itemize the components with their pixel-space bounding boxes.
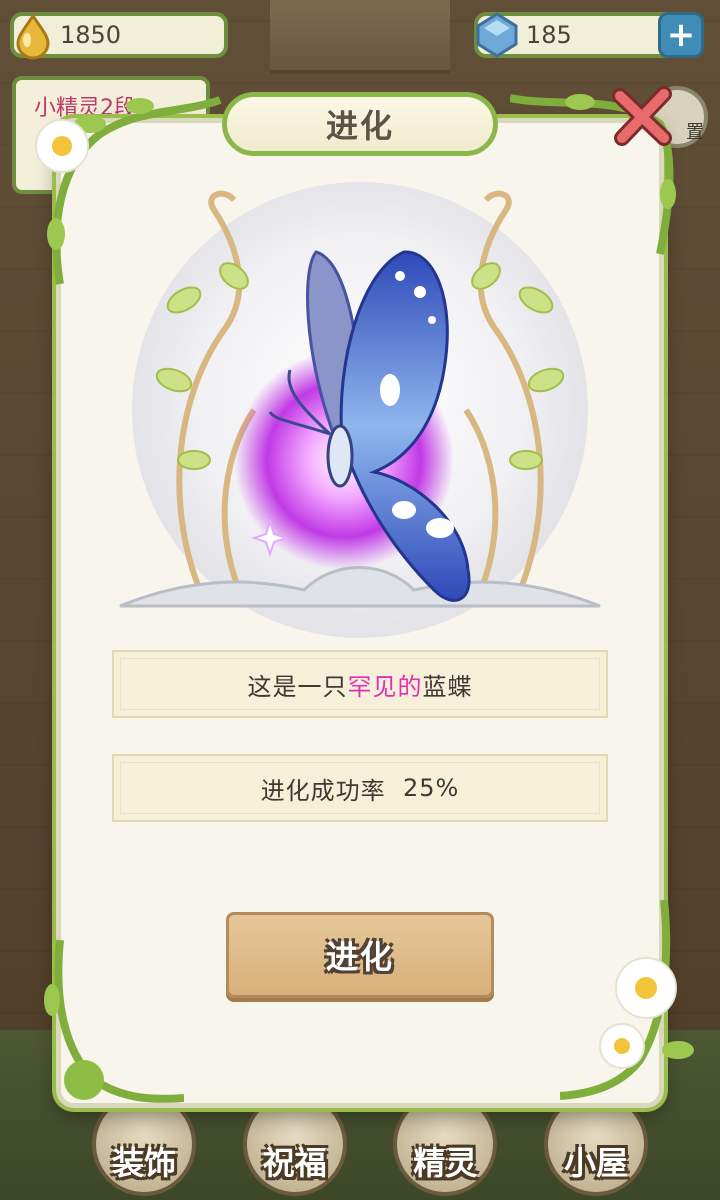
success-rate-label: 进化成功率 xyxy=(260,776,386,805)
nav-decoration-label: 装饰 xyxy=(111,1144,176,1182)
nav-house[interactable]: 小屋 xyxy=(532,1092,660,1200)
evolve-button[interactable]: 进化 xyxy=(226,912,494,998)
butterfly-description: 这是一只 罕见的 蓝蝶 xyxy=(112,650,608,718)
gem-value: 185 xyxy=(526,21,572,49)
nav-decoration[interactable]: 装饰 xyxy=(80,1092,208,1200)
gem-icon xyxy=(476,12,518,58)
rarity-highlight: 罕见的 xyxy=(347,672,423,701)
butterfly-artwork xyxy=(119,182,601,638)
settings-label: 置 xyxy=(686,122,704,143)
nav-spirit-label: 精灵 xyxy=(413,1144,478,1182)
dialog-title: 进化 xyxy=(222,92,498,156)
nav-blessing-label: 祝福 xyxy=(262,1144,327,1182)
gem-counter: 185 + xyxy=(474,12,704,58)
butterfly-body xyxy=(326,424,354,488)
gold-value: 1850 xyxy=(60,21,122,49)
evolve-button-label: 进化 xyxy=(325,938,394,976)
bottom-nav: 装饰 祝福 精灵 小屋 xyxy=(80,1092,660,1200)
nav-house-label: 小屋 xyxy=(563,1144,628,1182)
nav-spirit[interactable]: 精灵 xyxy=(381,1092,509,1200)
nav-blessing[interactable]: 祝福 xyxy=(231,1092,359,1200)
gold-drop-icon xyxy=(16,13,50,60)
success-rate-value: 25% xyxy=(402,774,460,802)
gold-counter: 1850 xyxy=(10,12,228,60)
description-prefix: 这是一只 xyxy=(247,672,348,701)
description-suffix: 蓝蝶 xyxy=(422,672,473,701)
success-rate-box: 进化成功率 25% xyxy=(112,754,608,822)
close-icon[interactable] xyxy=(606,80,678,152)
dialog-title-text: 进化 xyxy=(325,107,394,145)
add-gems-button[interactable]: + xyxy=(658,12,704,58)
